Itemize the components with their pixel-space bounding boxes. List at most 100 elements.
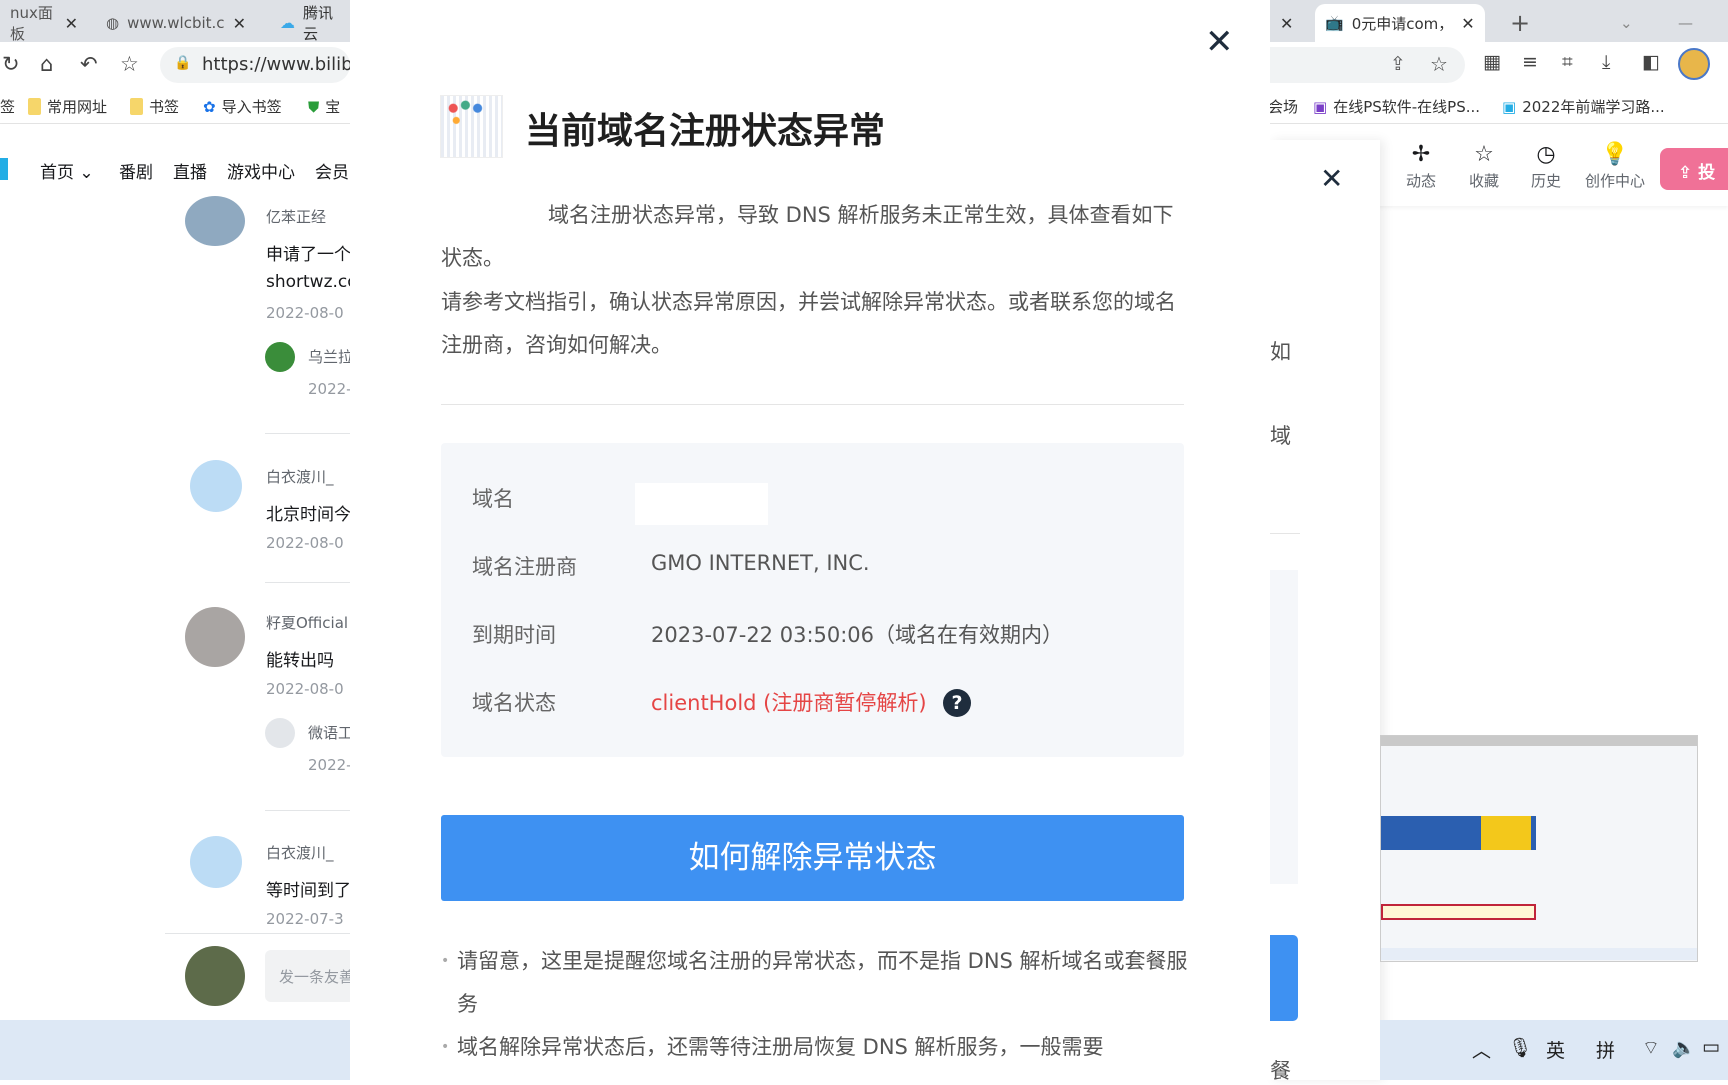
bookmark-label: 2022年前端学习路... [1522, 98, 1665, 116]
nav-label: 收藏 [1468, 172, 1499, 190]
nav-live[interactable]: 直播 [173, 158, 207, 183]
close-tab-icon[interactable]: ✕ [1461, 14, 1474, 33]
reload-icon[interactable]: ↻ [2, 52, 20, 76]
home-icon[interactable]: ⌂ [40, 52, 53, 76]
text-fragment: 餐 [1270, 1059, 1291, 1083]
pinwheel-icon: ✢ [1411, 142, 1431, 167]
comment-date: 2022-08-0 [266, 304, 344, 322]
sidebar-icon[interactable]: ◧ [1642, 51, 1660, 73]
bookmark-label: 常用网址 [47, 98, 108, 116]
comment-text: shortwz.co [266, 272, 358, 292]
reply-date: 2022- [308, 756, 352, 774]
battery-icon[interactable]: ▭ [1702, 1036, 1720, 1058]
bookmark-label: 宝 [325, 98, 341, 116]
tab-hidden[interactable]: ✕ [1270, 4, 1310, 42]
tab-label: 腾讯云 [303, 4, 334, 43]
bookmark-folder[interactable]: 常用网址 [28, 96, 107, 117]
download-icon[interactable]: ⤓ [1602, 51, 1610, 73]
ime-english[interactable]: 英 [1546, 1036, 1565, 1063]
comment-author[interactable]: 亿苯正经 [266, 206, 326, 227]
comment-author[interactable]: 白衣渡川_ [266, 466, 334, 487]
avatar[interactable] [265, 718, 295, 748]
ime-pinyin[interactable]: 拼 [1596, 1036, 1615, 1063]
thumb-titlebar [1381, 736, 1697, 746]
bookmark-item[interactable]: ⛊ 宝 [308, 96, 340, 117]
close-icon[interactable]: ✕ [1320, 162, 1343, 195]
close-tab-icon[interactable]: ✕ [65, 14, 78, 33]
reply-date: 2022- [308, 380, 352, 398]
avatar[interactable] [190, 460, 242, 512]
wifi-icon[interactable]: ⌔ [1642, 1036, 1660, 1060]
nav-creator[interactable]: 💡 创作中心 [1580, 142, 1650, 191]
profile-avatar[interactable] [1678, 48, 1710, 80]
comment-input[interactable]: 发一条友善 [265, 950, 355, 1002]
bilibili-icon: ▣ [1502, 97, 1517, 116]
playlist-icon[interactable]: ≡ [1522, 51, 1538, 73]
comment-date: 2022-07-3 [266, 910, 344, 928]
comment-date: 2022-08-0 [266, 680, 344, 698]
tab-search-icon[interactable]: ⌄ [1610, 4, 1643, 42]
reply-author[interactable]: 微语工 [308, 722, 353, 743]
bookmark-frontend[interactable]: ▣ 2022年前端学习路... [1502, 96, 1665, 117]
nav-favorites[interactable]: ☆ 收藏 [1454, 142, 1514, 191]
bookmark-item[interactable]: 会场 [1268, 96, 1298, 117]
clock-icon: ◷ [1536, 142, 1556, 167]
upload-button[interactable]: ⇪ 投 [1660, 148, 1728, 190]
resolve-status-button[interactable]: 如何解除异常状态 [441, 815, 1184, 901]
volume-icon[interactable]: 🔈 [1672, 1036, 1696, 1059]
chevron-up-icon[interactable]: ︿ [1472, 1036, 1491, 1063]
nav-vip[interactable]: 会员 [315, 158, 349, 183]
logo-image [440, 95, 503, 158]
minimize-icon[interactable]: — [1668, 4, 1703, 42]
avatar[interactable] [185, 196, 245, 246]
undo-icon[interactable]: ↶ [80, 52, 98, 76]
comment-date: 2022-08-0 [266, 534, 344, 552]
microphone-icon[interactable]: 🎙 [1508, 1036, 1532, 1059]
nav-dynamic[interactable]: ✢ 动态 [1391, 142, 1451, 191]
tab-wlcbit[interactable]: ◍ www.wlcbit.c ✕ [96, 4, 266, 42]
upload-icon: ⇪ [1678, 163, 1693, 183]
bookmark-star-icon[interactable]: ☆ [1430, 52, 1448, 76]
crop-icon[interactable]: ⌗ [1562, 51, 1573, 73]
apps-icon[interactable]: ▦ [1483, 51, 1501, 73]
share-icon[interactable]: ⇪ [1390, 53, 1406, 75]
nav-anime[interactable]: 番剧 [119, 158, 153, 183]
button-fragment[interactable] [1270, 935, 1298, 1021]
tab-label: 0元申请com， [1351, 14, 1454, 33]
avatar[interactable] [265, 342, 295, 372]
lock-icon: 🔒 [174, 55, 192, 71]
bookmark-label: 签 [0, 98, 16, 116]
new-tab-button[interactable]: + [1500, 4, 1540, 42]
nav-home[interactable]: 首页 ⌄ [40, 158, 94, 183]
bookmark-item[interactable]: 签 [0, 96, 15, 117]
avatar[interactable] [190, 836, 242, 888]
url-bar-end[interactable]: ⇪ ☆ [1240, 47, 1465, 83]
divider [265, 582, 350, 583]
bookmark-folder[interactable]: 书签 [130, 96, 179, 117]
comment-author[interactable]: 籽夏Official [266, 612, 348, 633]
bookmark-ps[interactable]: ▣ 在线PS软件-在线PS... [1313, 96, 1480, 117]
url-bar[interactable]: 🔒 https://www.bilibi [160, 47, 358, 83]
nav-game-center[interactable]: 游戏中心 [227, 158, 295, 183]
avatar[interactable] [185, 607, 245, 667]
upload-label: 投 [1698, 163, 1716, 183]
tab-panel[interactable]: nux面板 ✕ [0, 4, 88, 43]
tab-active[interactable]: 📺 0元申请com， ✕ [1315, 4, 1485, 42]
help-icon[interactable]: ? [943, 689, 971, 717]
nav-history[interactable]: ◷ 历史 [1516, 142, 1576, 191]
close-tab-icon[interactable]: ✕ [233, 14, 246, 33]
star-icon: ☆ [1474, 142, 1494, 167]
reply-author[interactable]: 乌兰拉 [308, 346, 353, 367]
close-tab-icon[interactable]: ✕ [1280, 14, 1293, 33]
lightbulb-icon: 💡 [1601, 142, 1629, 167]
comment-author[interactable]: 白衣渡川_ [266, 842, 334, 863]
registrar-value: GMO INTERNET, INC. [651, 551, 870, 575]
tab-tencent-cloud[interactable]: ☁ 腾讯云 [270, 4, 350, 43]
star-icon[interactable]: ☆ [120, 52, 139, 76]
bookmark-import[interactable]: ✿ 导入书签 [203, 96, 282, 117]
divider [441, 404, 1184, 405]
comment-text: 北京时间今 [266, 505, 351, 525]
video-thumbnail-screenshot [1380, 735, 1698, 962]
background-dialog: ✕ 如 域 餐 [1270, 140, 1380, 1083]
close-icon[interactable]: ✕ [1205, 22, 1234, 62]
